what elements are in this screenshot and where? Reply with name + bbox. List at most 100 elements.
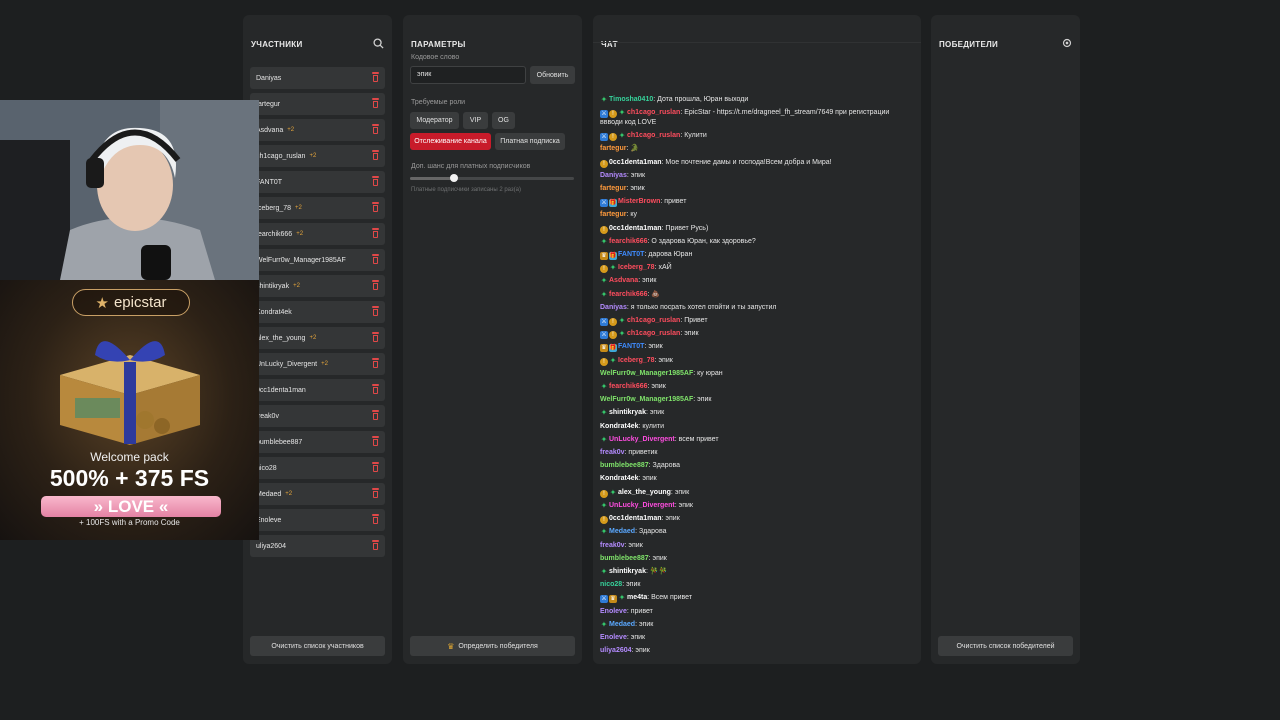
chat-username[interactable]: Timosha0410 bbox=[609, 96, 653, 103]
chat-username[interactable]: ch1cago_ruslan bbox=[627, 132, 680, 139]
chat-username[interactable]: Iceberg_78 bbox=[618, 264, 655, 271]
participant-row: WelFurr0w_Manager1985AF bbox=[250, 249, 385, 271]
trash-icon[interactable] bbox=[372, 358, 379, 368]
trash-icon[interactable] bbox=[372, 124, 379, 134]
trash-icon[interactable] bbox=[372, 254, 379, 264]
role-moderator-button[interactable]: Модератор bbox=[410, 112, 459, 129]
chat-username[interactable]: Medaed bbox=[609, 621, 635, 628]
keyword-input[interactable]: эпик bbox=[410, 66, 526, 84]
chat-username[interactable]: MisterBrown bbox=[618, 198, 660, 205]
trash-icon[interactable] bbox=[372, 462, 379, 472]
chat-username[interactable]: shintikryak bbox=[609, 568, 646, 575]
chat-message: Kondrat4ek: эпик bbox=[600, 472, 914, 485]
participant-row: Daniyas bbox=[250, 67, 385, 89]
chat-username[interactable]: Iceberg_78 bbox=[618, 357, 655, 364]
chat-message: ✦ fearchik666: О здарова Юран, как здоров… bbox=[600, 235, 914, 248]
pick-winner-button[interactable]: ♛ Определить победителя bbox=[410, 636, 575, 656]
sparkle-badge-icon: ✦ bbox=[618, 108, 626, 118]
crown-badge-icon: ♛ bbox=[600, 252, 608, 261]
chat-message: freak0v: эпик bbox=[600, 539, 914, 552]
chat-username[interactable]: fartegur bbox=[600, 211, 626, 218]
chat-username[interactable]: bumblebee887 bbox=[600, 462, 649, 469]
chat-username[interactable]: fearchik666 bbox=[609, 238, 648, 245]
chat-username[interactable]: fearchik666 bbox=[609, 291, 648, 298]
chat-username[interactable]: FANT0T bbox=[618, 343, 644, 350]
role-vip-button[interactable]: VIP bbox=[463, 112, 488, 129]
chat-username[interactable]: Kondrat4ek bbox=[600, 475, 639, 482]
participant-name: bumblebee887 bbox=[256, 438, 303, 446]
chat-username[interactable]: Kondrat4ek bbox=[600, 423, 639, 430]
bonus-slider-handle[interactable] bbox=[450, 174, 459, 182]
participant-name: FANT0T bbox=[256, 178, 283, 186]
trash-icon[interactable] bbox=[372, 150, 379, 160]
chat-username[interactable]: freak0v bbox=[600, 449, 625, 456]
chat-username[interactable]: Asdvana bbox=[609, 277, 638, 284]
trash-icon[interactable] bbox=[372, 280, 379, 290]
chat-message: fartegur: эпик bbox=[600, 182, 914, 195]
chat-username[interactable]: nico28 bbox=[600, 581, 622, 588]
chat-username[interactable]: shintikryak bbox=[609, 409, 646, 416]
winners-title: ПОБЕДИТЕЛИ bbox=[939, 40, 999, 49]
chat-username[interactable]: freak0v bbox=[600, 542, 625, 549]
clear-participants-button[interactable]: Очистить список участников bbox=[250, 636, 385, 656]
participant-name: 0cc1denta1man bbox=[256, 386, 306, 394]
chat-username[interactable]: Enoleve bbox=[600, 634, 627, 641]
bonus-slider[interactable] bbox=[410, 174, 574, 182]
chat-message: Enoleve: привет bbox=[600, 605, 914, 618]
chat-username[interactable]: UnLucky_Divergent bbox=[609, 502, 675, 509]
chat-username[interactable]: 0cc1denta1man bbox=[609, 515, 662, 522]
chat-username[interactable]: FANT0T bbox=[618, 251, 644, 258]
chat-username[interactable]: fartegur bbox=[600, 185, 626, 192]
role-paid-sub-button[interactable]: Платная подписка bbox=[495, 133, 565, 150]
role-follow-button[interactable]: Отслеживание канала bbox=[410, 133, 491, 150]
gold-coin-badge-icon: ! bbox=[600, 357, 608, 366]
chat-username[interactable]: fartegur bbox=[600, 145, 626, 152]
chat-username[interactable]: 0cc1denta1man bbox=[609, 159, 662, 166]
participant-name: ch1cago_ruslan bbox=[256, 152, 306, 160]
moderator-badge-icon: ⚔ bbox=[600, 133, 608, 142]
chat-username[interactable]: WelFurr0w_Manager1985AF bbox=[600, 396, 693, 403]
chat-username[interactable]: ch1cago_ruslan bbox=[627, 109, 680, 116]
chat-text: эпик bbox=[658, 356, 673, 364]
chat-username[interactable]: 0cc1denta1man bbox=[609, 225, 662, 232]
chat-username[interactable]: me4ta bbox=[627, 594, 647, 601]
trash-icon[interactable] bbox=[372, 514, 379, 524]
role-og-button[interactable]: OG bbox=[492, 112, 515, 129]
trash-icon[interactable] bbox=[372, 410, 379, 420]
trash-icon[interactable] bbox=[372, 202, 379, 212]
sparkle-badge-icon: ✦ bbox=[609, 355, 617, 365]
trash-icon[interactable] bbox=[372, 436, 379, 446]
chat-username[interactable]: ch1cago_ruslan bbox=[627, 330, 680, 337]
chat-username[interactable]: UnLucky_Divergent bbox=[609, 436, 675, 443]
chat-username[interactable]: Daniyas bbox=[600, 304, 627, 311]
trash-icon[interactable] bbox=[372, 72, 379, 82]
chat-text: Всем привет bbox=[651, 594, 693, 602]
trash-icon[interactable] bbox=[372, 228, 379, 238]
update-button[interactable]: Обновить bbox=[530, 66, 575, 84]
chat-text: Привет bbox=[684, 317, 708, 325]
chat-text: всем привет bbox=[678, 435, 719, 443]
chat-username[interactable]: Medaed bbox=[609, 528, 635, 535]
trash-icon[interactable] bbox=[372, 332, 379, 342]
chat-message: ⚔ ♛ ✦ me4ta: Всем привет bbox=[600, 591, 914, 604]
search-icon[interactable] bbox=[373, 38, 384, 49]
trash-icon[interactable] bbox=[372, 488, 379, 498]
chat-username[interactable]: Enoleve bbox=[600, 608, 627, 615]
gold-coin-badge-icon: ! bbox=[600, 159, 608, 168]
chat-username[interactable]: alex_the_young bbox=[618, 489, 671, 496]
trash-icon[interactable] bbox=[372, 98, 379, 108]
pick-winner-label: Определить победителя bbox=[458, 642, 538, 650]
chat-username[interactable]: uliya2604 bbox=[600, 647, 632, 654]
clear-winners-button[interactable]: Очистить список победителей bbox=[938, 636, 1073, 656]
trash-icon[interactable] bbox=[372, 384, 379, 394]
trash-icon[interactable] bbox=[372, 176, 379, 186]
trash-icon[interactable] bbox=[372, 540, 379, 550]
chat-username[interactable]: bumblebee887 bbox=[600, 555, 649, 562]
refresh-icon[interactable] bbox=[1062, 38, 1072, 48]
chat-username[interactable]: fearchik666 bbox=[609, 383, 648, 390]
participant-row: alex_the_young +2 bbox=[250, 327, 385, 349]
chat-username[interactable]: Daniyas bbox=[600, 172, 627, 179]
chat-username[interactable]: WelFurr0w_Manager1985AF bbox=[600, 370, 693, 377]
chat-username[interactable]: ch1cago_ruslan bbox=[627, 317, 680, 324]
trash-icon[interactable] bbox=[372, 306, 379, 316]
